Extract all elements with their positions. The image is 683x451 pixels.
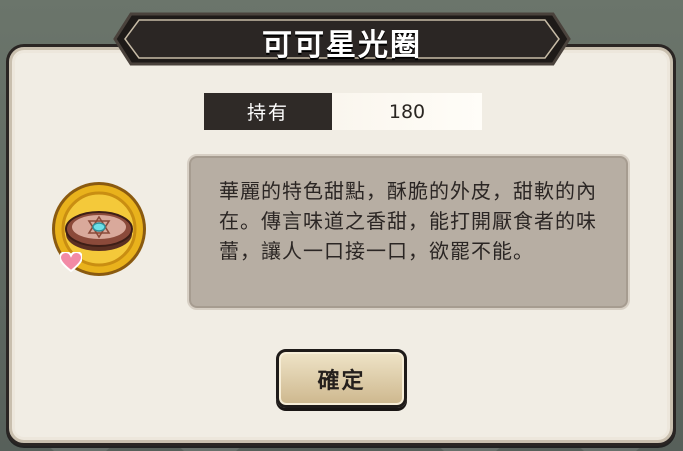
dialog-title-bar: 可可星光圈 (113, 8, 571, 70)
confirm-button-label: 確定 (317, 368, 366, 394)
owned-label: 持有 (204, 93, 332, 130)
owned-count-row: 持有 180 (204, 93, 482, 130)
dialog-title: 可可星光圈 (262, 28, 422, 63)
item-description-box: 華麗的特色甜點，酥脆的外皮，甜軟的內在。傳言味道之香甜，能打開厭食者的味蕾，讓人… (187, 154, 630, 310)
confirm-button[interactable]: 確定 (276, 349, 407, 408)
owned-value: 180 (332, 93, 482, 130)
heart-icon (60, 252, 82, 272)
item-description: 華麗的特色甜點，酥脆的外皮，甜軟的內在。傳言味道之香甜，能打開厭食者的味蕾，讓人… (219, 179, 597, 263)
